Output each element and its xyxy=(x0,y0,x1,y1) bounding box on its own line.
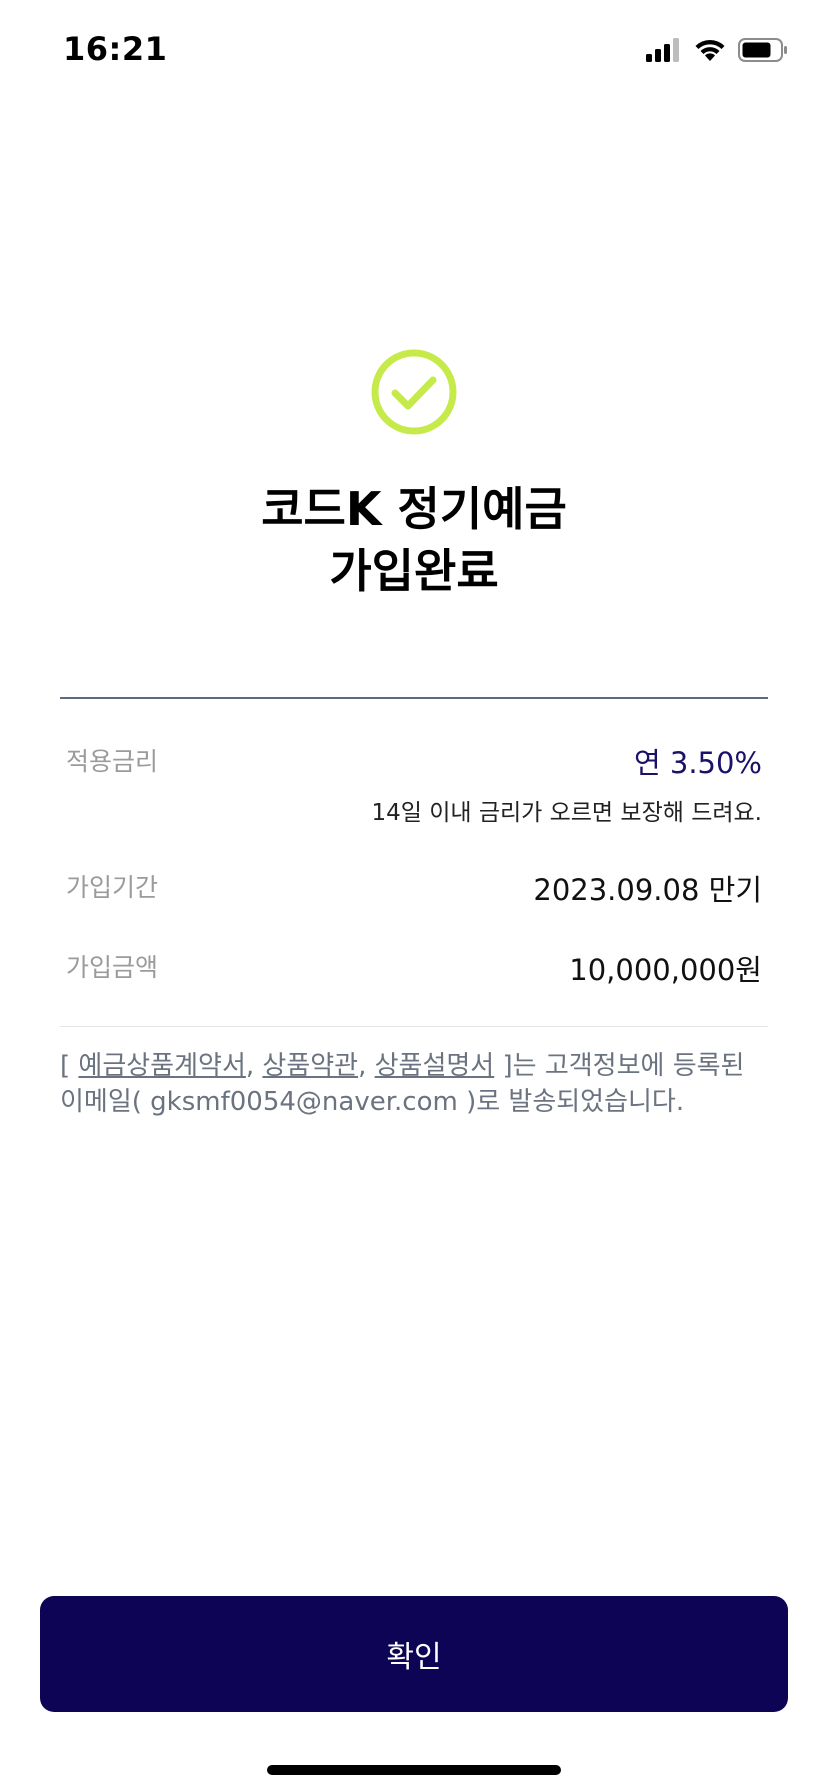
period-label: 가입기간 xyxy=(66,873,159,902)
amount-value: 10,000,000원 xyxy=(569,953,762,987)
email-notice: [ 예금상품계약서, 상품약관, 상품설명서 ]는 고객정보에 등록된 이메일(… xyxy=(60,1048,772,1120)
page-title: 코드K 정기예금 가입완료 xyxy=(0,478,828,602)
divider-bottom xyxy=(60,1026,768,1027)
rate-value: 연 3.50% xyxy=(633,746,762,780)
deposit-contract-link[interactable]: 예금상품계약서 xyxy=(78,1051,245,1081)
amount-label: 가입금액 xyxy=(66,953,159,982)
title-line-status: 가입완료 xyxy=(329,544,499,598)
divider-top xyxy=(60,697,768,699)
status-time: 16:21 xyxy=(63,30,168,68)
notice-open-bracket: [ xyxy=(60,1051,79,1081)
signal-icon xyxy=(646,38,679,62)
product-description-link[interactable]: 상품설명서 xyxy=(375,1051,495,1081)
wifi-icon xyxy=(695,39,725,61)
period-value: 2023.09.08 만기 xyxy=(533,873,762,907)
notice-separator: , xyxy=(358,1051,375,1081)
battery-icon xyxy=(738,38,787,62)
rate-label: 적용금리 xyxy=(66,747,159,776)
status-bar: 16:21 xyxy=(0,0,828,100)
notice-separator: , xyxy=(245,1051,263,1081)
product-terms-link[interactable]: 상품약관 xyxy=(262,1051,358,1081)
confirm-button-label: 확인 xyxy=(386,1640,442,1675)
status-icons xyxy=(646,36,788,64)
confirm-button[interactable]: 확인 xyxy=(40,1596,788,1712)
check-circle-icon xyxy=(371,349,457,435)
rate-note: 14일 이내 금리가 오르면 보장해 드려요. xyxy=(371,800,762,826)
title-line-product: 코드K 정기예금 xyxy=(261,482,567,536)
home-indicator[interactable] xyxy=(267,1765,561,1775)
